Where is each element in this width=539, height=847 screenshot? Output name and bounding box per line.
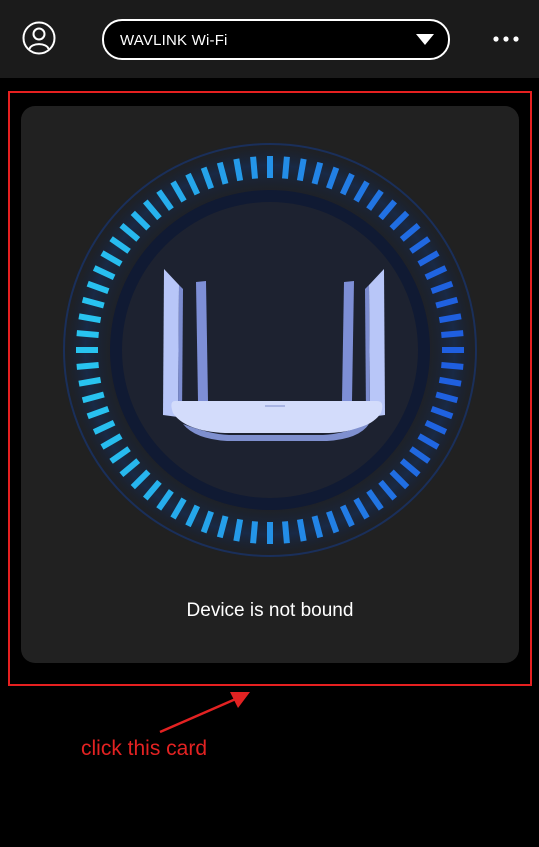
network-name: WAVLINK Wi-Fi <box>120 32 228 49</box>
dial-tick <box>282 156 290 179</box>
dial-tick <box>233 158 244 182</box>
more-dots-icon[interactable] <box>490 31 522 47</box>
dial-tick <box>76 362 99 370</box>
dial-tick <box>250 521 258 544</box>
dial-tick <box>76 330 99 338</box>
router-status-dial <box>60 140 480 560</box>
top-bar: WAVLINK Wi-Fi <box>0 0 539 78</box>
device-status-text: Device is not bound <box>186 600 354 621</box>
dial-tick <box>78 313 102 324</box>
dial-tick <box>250 156 258 179</box>
dial-tick <box>438 376 462 387</box>
device-card[interactable]: Device is not bound <box>21 106 519 663</box>
dial-tick <box>438 313 462 324</box>
annotation-arrow-icon <box>159 692 250 734</box>
caret-down-icon <box>416 34 434 45</box>
dial-tick <box>296 158 307 182</box>
dial-tick <box>233 518 244 542</box>
dial-tick <box>282 521 290 544</box>
dial-tick <box>296 518 307 542</box>
network-selector[interactable]: WAVLINK Wi-Fi <box>102 19 450 60</box>
user-avatar-icon[interactable] <box>22 21 56 55</box>
dial-tick <box>441 330 464 338</box>
dial-tick <box>78 376 102 387</box>
dial-tick <box>441 362 464 370</box>
annotation-text: click this card <box>81 737 208 760</box>
